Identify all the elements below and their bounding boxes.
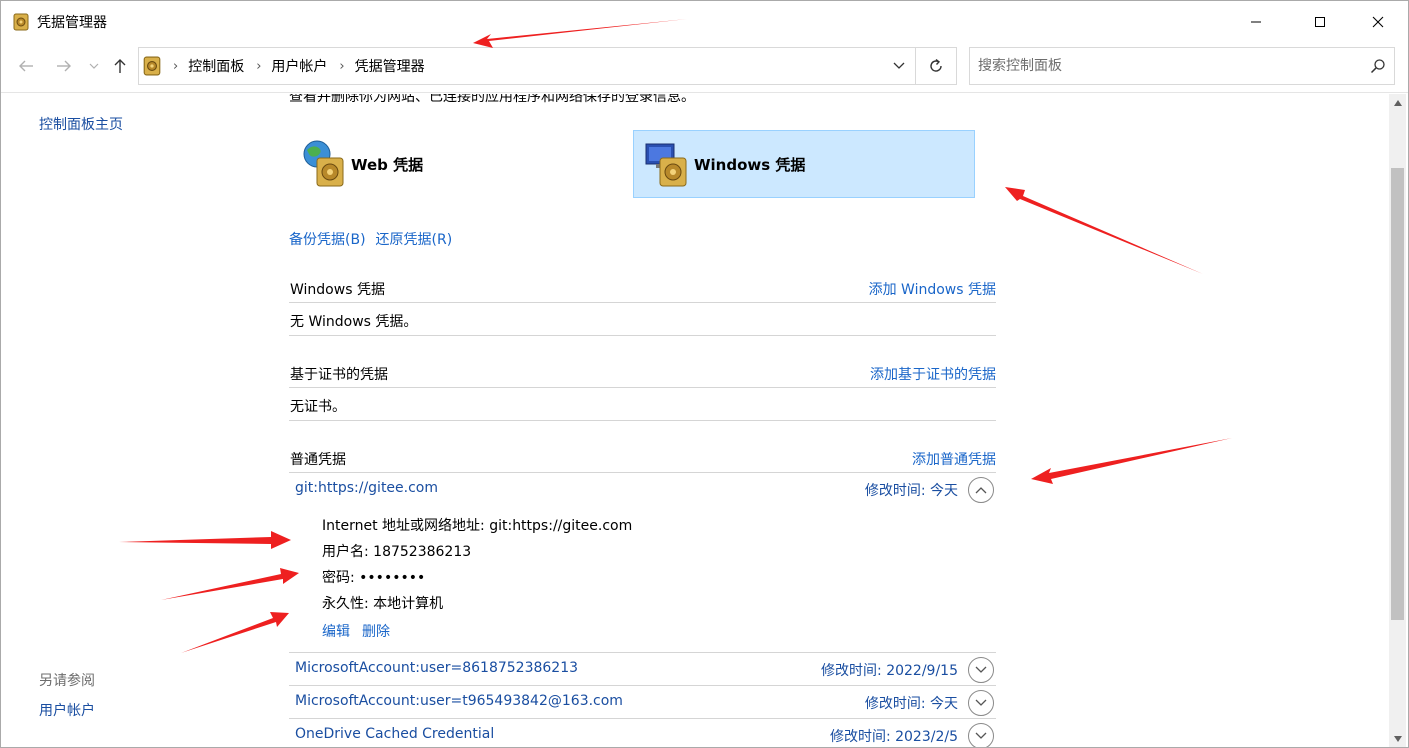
backup-credentials-link[interactable]: 备份凭据(B)	[289, 232, 366, 248]
empty-message-text: 无 Windows 凭据。	[290, 314, 418, 330]
address-dropdown-button[interactable]	[883, 48, 915, 84]
add-windows-credential-link[interactable]: 添加 Windows 凭据	[869, 279, 996, 299]
credential-actions: 编辑 删除	[322, 621, 390, 641]
control-panel-home-link[interactable]: 控制面板主页	[39, 114, 123, 134]
chevron-up-icon	[975, 487, 987, 494]
breadcrumb-credential-manager[interactable]: 凭据管理器	[355, 56, 425, 76]
credential-name[interactable]: MicrosoftAccount:user=t965493842@163.com	[295, 693, 623, 709]
add-certificate-credential-link[interactable]: 添加基于证书的凭据	[870, 364, 996, 384]
credential-item[interactable]: MicrosoftAccount:user=t965493842@163.com…	[289, 686, 996, 719]
credential-address: Internet 地址或网络地址: git:https://gitee.com	[322, 518, 633, 534]
credential-persistence: 永久性: 本地计算机	[322, 596, 444, 612]
credential-details: Internet 地址或网络地址: git:https://gitee.com …	[322, 513, 632, 617]
credential-modified: 修改时间: 2023/2/5	[829, 729, 958, 745]
section-header: 普通凭据 添加普通凭据	[289, 443, 996, 473]
close-icon	[1372, 16, 1384, 28]
credential-name[interactable]: OneDrive Cached Credential	[295, 726, 494, 742]
navigation-bar: › 控制面板 › 用户帐户 › 凭据管理器	[1, 43, 1408, 93]
expand-button[interactable]	[968, 723, 994, 747]
web-credentials-tile[interactable]: Web 凭据	[291, 130, 611, 198]
credential-name[interactable]: git:https://gitee.com	[295, 480, 438, 496]
section-title: 普通凭据	[290, 452, 346, 468]
generic-credentials-section: 普通凭据 添加普通凭据 git:https://gitee.com 修改时间: …	[289, 443, 996, 747]
window-title: 凭据管理器	[37, 15, 107, 31]
windows-credentials-section: Windows 凭据 添加 Windows 凭据 无 Windows 凭据。	[289, 273, 996, 336]
arrow-right-icon	[57, 60, 71, 72]
section-title: Windows 凭据	[290, 282, 385, 298]
page-description: 查看并删除你为网站、已连接的应用程序和网络保存的登录信息。	[289, 94, 695, 105]
windows-credentials-label: Windows 凭据	[694, 155, 806, 174]
scroll-up-button[interactable]	[1389, 94, 1406, 111]
left-panel: 控制面板主页 另请参阅 用户帐户	[1, 94, 249, 747]
maximize-icon	[1315, 17, 1325, 27]
web-credentials-icon	[303, 140, 344, 187]
credential-modified: 修改时间: 今天	[864, 483, 958, 499]
close-button[interactable]	[1355, 1, 1401, 43]
breadcrumb-user-accounts[interactable]: 用户帐户	[271, 56, 327, 76]
empty-message: 无 Windows 凭据。	[289, 303, 996, 336]
credential-modified: 修改时间: 今天	[864, 696, 958, 712]
scroll-down-button[interactable]	[1389, 730, 1406, 747]
credential-vault-icon	[143, 56, 161, 76]
refresh-icon	[930, 58, 942, 72]
collapse-button[interactable]	[968, 477, 994, 503]
arrow-left-icon	[19, 60, 33, 72]
certificate-credentials-section: 基于证书的凭据 添加基于证书的凭据 无证书。	[289, 358, 996, 421]
refresh-button[interactable]	[916, 48, 956, 84]
credential-item[interactable]: MicrosoftAccount:user=8618752386213 修改时间…	[289, 653, 996, 686]
address-bar[interactable]: › 控制面板 › 用户帐户 › 凭据管理器	[138, 47, 957, 85]
search-input[interactable]	[978, 56, 1358, 76]
credential-vault-icon	[13, 13, 29, 31]
credential-item-gitee[interactable]: git:https://gitee.com 修改时间: 今天 Internet …	[289, 473, 996, 653]
up-button[interactable]	[107, 53, 133, 79]
recent-locations-button[interactable]	[85, 53, 103, 79]
credential-modified: 修改时间: 2022/9/15	[821, 663, 958, 679]
vertical-scrollbar[interactable]	[1389, 94, 1406, 747]
delete-credential-link[interactable]: 删除	[362, 624, 390, 640]
main-content: 查看并删除你为网站、已连接的应用程序和网络保存的登录信息。 Web 凭据 Win…	[249, 94, 1389, 747]
minimize-icon	[1251, 21, 1261, 23]
section-title: 基于证书的凭据	[290, 367, 388, 383]
user-accounts-link[interactable]: 用户帐户	[39, 700, 95, 720]
edit-credential-link[interactable]: 编辑	[322, 624, 350, 640]
back-button[interactable]	[13, 53, 39, 79]
credential-item[interactable]: OneDrive Cached Credential 修改时间: 2023/2/…	[289, 719, 996, 747]
minimize-button[interactable]	[1233, 1, 1279, 43]
web-credentials-label: Web 凭据	[351, 155, 424, 174]
chevron-right-icon[interactable]: ›	[256, 59, 261, 74]
chevron-down-icon	[975, 732, 987, 739]
expand-button[interactable]	[968, 657, 994, 683]
empty-message: 无证书。	[289, 388, 996, 421]
chevron-down-icon	[975, 699, 987, 706]
chevron-down-icon	[89, 63, 99, 69]
empty-message-text: 无证书。	[290, 399, 346, 415]
triangle-up-icon	[1393, 99, 1402, 106]
title-bar: 凭据管理器	[1, 1, 1408, 43]
add-generic-credential-link[interactable]: 添加普通凭据	[912, 449, 996, 469]
credential-username: 用户名: 18752386213	[322, 544, 472, 560]
chevron-right-icon: ›	[173, 58, 179, 74]
maximize-button[interactable]	[1297, 1, 1343, 43]
credential-manager-window: 凭据管理器 › 控制面板 › 用户帐户 › 凭据管理器 搜索控制面板 控制面板主…	[0, 0, 1409, 748]
search-icon[interactable]	[1370, 58, 1386, 74]
see-also-heading: 另请参阅	[39, 673, 95, 689]
windows-credentials-tile[interactable]: Windows 凭据	[633, 130, 975, 198]
scrollbar-thumb[interactable]	[1391, 168, 1404, 620]
triangle-down-icon	[1393, 735, 1402, 742]
chevron-right-icon[interactable]: ›	[339, 59, 344, 74]
windows-credentials-icon	[645, 143, 687, 187]
search-box[interactable]	[969, 47, 1395, 85]
chevron-down-icon	[975, 666, 987, 673]
breadcrumb-control-panel[interactable]: 控制面板	[188, 56, 244, 76]
expand-button[interactable]	[968, 690, 994, 716]
arrow-up-icon	[114, 59, 126, 73]
chevron-down-icon	[893, 62, 905, 69]
section-header: 基于证书的凭据 添加基于证书的凭据	[289, 358, 996, 388]
credential-password: 密码: ••••••••	[322, 570, 426, 586]
section-header: Windows 凭据 添加 Windows 凭据	[289, 273, 996, 303]
forward-button[interactable]	[51, 53, 77, 79]
restore-credentials-link[interactable]: 还原凭据(R)	[376, 232, 453, 248]
credential-name[interactable]: MicrosoftAccount:user=8618752386213	[295, 660, 578, 676]
backup-restore-links: 备份凭据(B) 还原凭据(R)	[289, 229, 452, 249]
